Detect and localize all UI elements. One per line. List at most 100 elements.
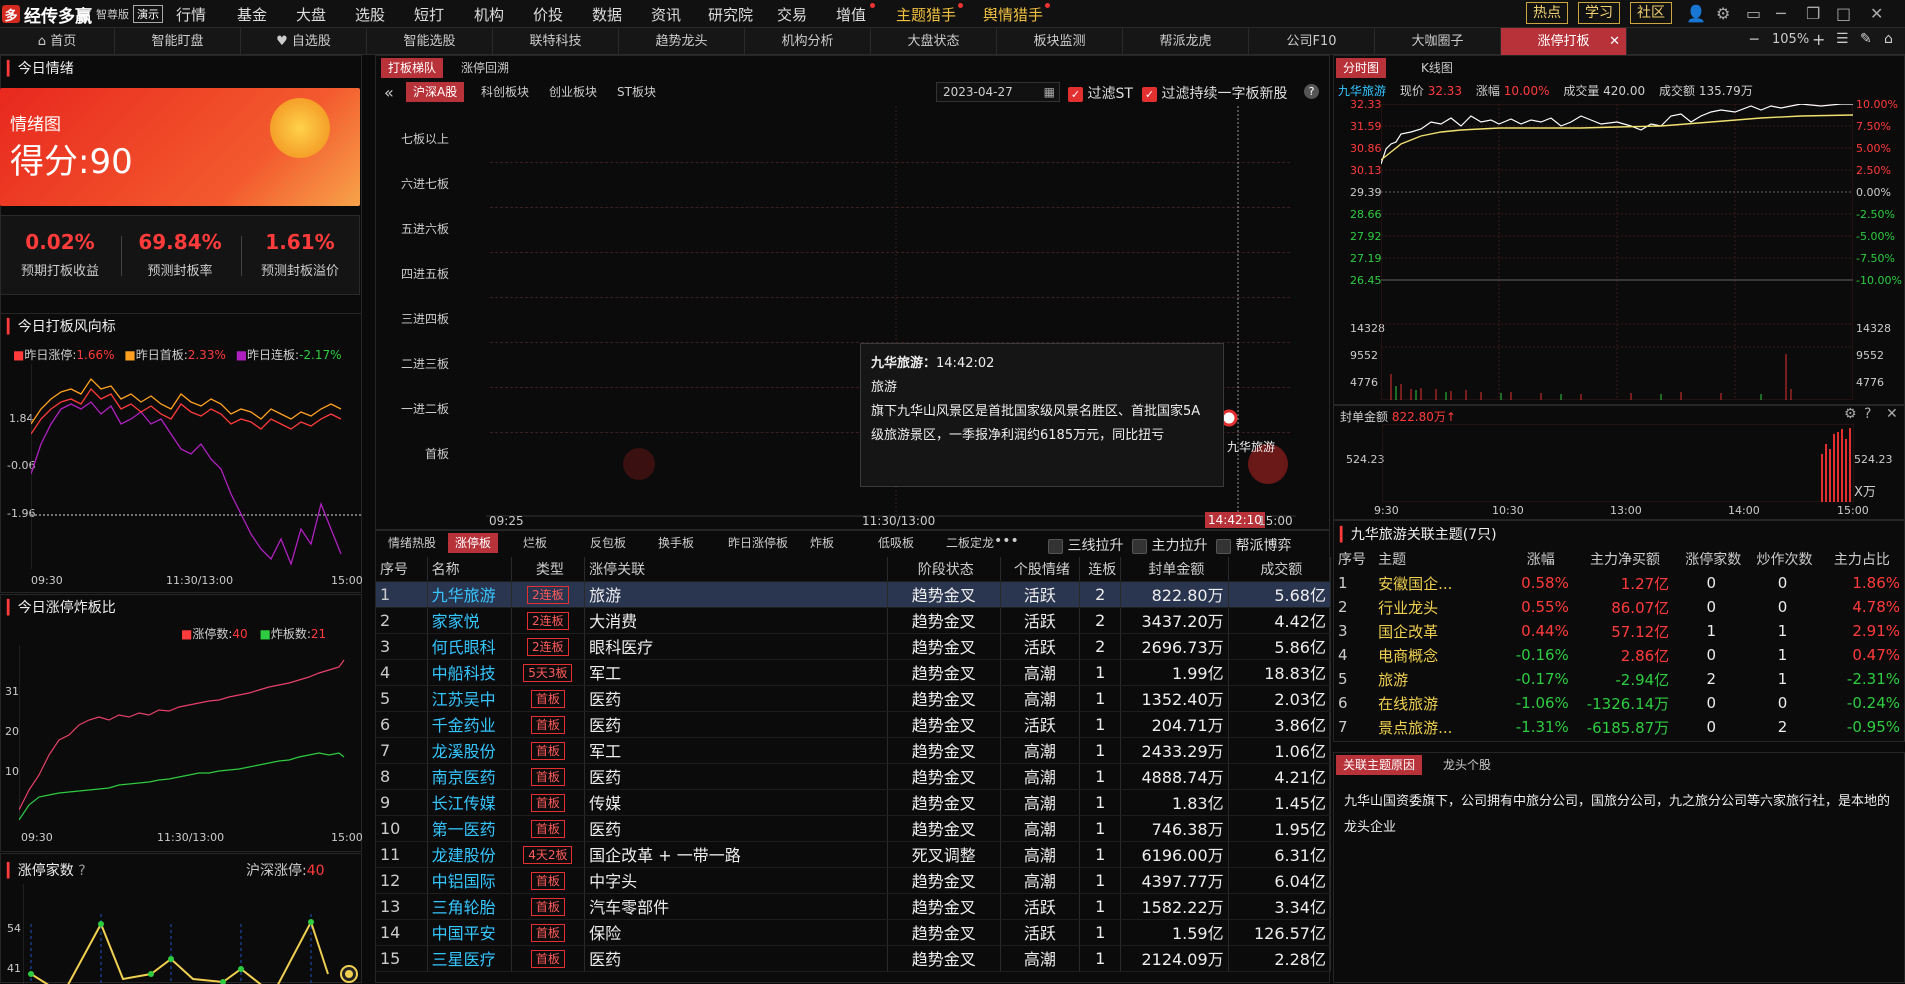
more-icon[interactable]: ••• xyxy=(994,533,1019,549)
menu-item-8[interactable]: 资讯 xyxy=(651,4,681,25)
table-row[interactable]: 6 千金药业 首板 医药 趋势金叉 活跃 1 204.71万 3.86亿 xyxy=(376,711,1332,738)
column-header[interactable]: 名称 xyxy=(427,557,512,582)
tab-leader-stock[interactable]: 龙头个股 xyxy=(1436,755,1498,775)
tab-kline[interactable]: K线图 xyxy=(1414,58,1460,78)
tab-close-icon[interactable]: ✕ xyxy=(1609,28,1620,55)
menu-item-9[interactable]: 研究院 xyxy=(708,4,753,25)
column-header[interactable]: 成交额 xyxy=(1228,557,1332,582)
filter-gang[interactable]: 帮派博弈 xyxy=(1216,535,1291,555)
column-header[interactable]: 涨停关联 xyxy=(584,557,888,582)
filter-three-line[interactable]: 三线拉升 xyxy=(1048,535,1123,555)
list-tab-3[interactable]: 反包板 xyxy=(583,533,633,553)
filter-new-stock[interactable]: ✓ 过滤持续一字板新股 xyxy=(1142,83,1287,103)
table-row[interactable]: 2 行业龙头 0.55% 86.07亿 0 0 4.78% xyxy=(1334,595,1904,619)
menu-item-5[interactable]: 机构 xyxy=(474,4,504,25)
collapse-icon[interactable]: « xyxy=(384,83,394,102)
table-row[interactable]: 12 中铝国际 首板 中字头 趋势金叉 高潮 1 4397.77万 6.04亿 xyxy=(376,867,1332,894)
tab-9[interactable]: 帮派龙虎 xyxy=(1123,28,1249,55)
gear-icon[interactable]: ⚙ xyxy=(1844,406,1857,422)
help-icon[interactable]: ? xyxy=(1304,84,1319,99)
menu-item-3[interactable]: 选股 xyxy=(355,4,385,25)
tab-4[interactable]: 联特科技 xyxy=(493,28,619,55)
menu-item-1[interactable]: 基金 xyxy=(237,4,267,25)
table-row[interactable]: 5 旅游 -0.17% -2.94亿 2 1 -2.31% xyxy=(1334,667,1904,691)
menu-item-10[interactable]: 交易 xyxy=(777,4,807,25)
table-row[interactable]: 14 中国平安 首板 保险 趋势金叉 活跃 1 1.59亿 126.57亿 xyxy=(376,919,1332,946)
tab-6[interactable]: 机构分析 xyxy=(745,28,871,55)
tab-5[interactable]: 趋势龙头 xyxy=(619,28,745,55)
menu-item-2[interactable]: 大盘 xyxy=(296,4,326,25)
pin-icon[interactable]: ⌂ xyxy=(1884,31,1893,47)
list-tab-7[interactable]: 低吸板 xyxy=(871,533,921,553)
table-row[interactable]: 4 电商概念 -0.16% 2.86亿 0 1 0.47% xyxy=(1334,643,1904,667)
help-icon[interactable]: ? xyxy=(1864,406,1871,422)
top-button-2[interactable]: 社区 xyxy=(1630,2,1672,24)
column-header[interactable]: 序号 xyxy=(1334,547,1374,571)
tab-10[interactable]: 公司F10 xyxy=(1249,28,1375,55)
close-icon[interactable]: ✕ xyxy=(1886,406,1898,422)
column-header[interactable]: 主力净买额 xyxy=(1573,547,1673,571)
tab-11[interactable]: 大咖圈子 xyxy=(1375,28,1501,55)
tab-3[interactable]: 智能选股 xyxy=(367,28,493,55)
top-button-0[interactable]: 热点 xyxy=(1526,2,1568,24)
table-row[interactable]: 10 第一医药 首板 医药 趋势金叉 高潮 1 746.38万 1.95亿 xyxy=(376,815,1332,842)
table-row[interactable]: 3 何氏眼科 2连板 眼科医疗 趋势金叉 活跃 2 2696.73万 5.86亿 xyxy=(376,633,1332,660)
help-icon[interactable]: ? xyxy=(78,863,85,879)
column-header[interactable]: 涨幅 xyxy=(1505,547,1573,571)
table-row[interactable]: 4 中船科技 5天3板 军工 趋势金叉 高潮 1 1.99亿 18.83亿 xyxy=(376,659,1332,686)
list-tab-0[interactable]: 情绪热股 xyxy=(381,533,443,553)
bubble[interactable] xyxy=(623,448,655,480)
table-row[interactable]: 2 家家悦 2连板 大消费 趋势金叉 活跃 2 3437.20万 4.42亿 xyxy=(376,607,1332,634)
table-row[interactable]: 8 南京医药 首板 医药 趋势金叉 高潮 1 4888.74万 4.21亿 xyxy=(376,763,1332,790)
tab-topic-reason[interactable]: 关联主题原因 xyxy=(1336,755,1423,775)
table-row[interactable]: 1 安徽国企... 0.58% 1.27亿 0 0 1.86% xyxy=(1334,571,1904,595)
market-tab-gem[interactable]: 创业板块 xyxy=(542,82,604,102)
maximize-icon[interactable]: □ xyxy=(1836,4,1851,23)
market-tab-star[interactable]: 科创板块 xyxy=(474,82,536,102)
table-row[interactable]: 7 景点旅游... -1.31% -6185.87万 0 2 -0.95% xyxy=(1334,715,1904,739)
table-row[interactable]: 5 江苏吴中 首板 医药 趋势金叉 高潮 1 1352.40万 2.03亿 xyxy=(376,685,1332,712)
restore-icon[interactable]: ❐ xyxy=(1806,4,1820,23)
menu-item-7[interactable]: 数据 xyxy=(592,4,622,25)
list-tab-6[interactable]: 炸板 xyxy=(803,533,841,553)
column-header[interactable]: 封单金额 xyxy=(1120,557,1229,582)
gear-icon[interactable]: ⚙ xyxy=(1716,4,1730,23)
tab-8[interactable]: 板块监测 xyxy=(997,28,1123,55)
table-row[interactable]: 9 长江传媒 首板 传媒 趋势金叉 高潮 1 1.83亿 1.45亿 xyxy=(376,789,1332,816)
menu-item-4[interactable]: 短打 xyxy=(414,4,444,25)
list-tab-8[interactable]: 二板定龙 xyxy=(939,533,1001,553)
tab-0[interactable]: ⌂ 首页 xyxy=(0,28,115,55)
table-row[interactable]: 6 在线旅游 -1.06% -1326.14万 0 0 -0.24% xyxy=(1334,691,1904,715)
table-row[interactable]: 15 三星医疗 首板 医药 趋势金叉 高潮 1 2124.09万 2.28亿 xyxy=(376,945,1332,972)
menu-item-hl-0[interactable]: 主题猎手 xyxy=(896,4,956,25)
tab-intraday[interactable]: 分时图 xyxy=(1336,58,1387,78)
menu-item-11[interactable]: 增值 xyxy=(836,4,866,25)
filter-st[interactable]: ✓ 过滤ST xyxy=(1068,83,1133,103)
column-header[interactable]: 连板 xyxy=(1079,557,1122,582)
tab-12[interactable]: 涨停打板 ✕ xyxy=(1501,28,1627,55)
list-tab-5[interactable]: 昨日涨停板 xyxy=(721,533,795,553)
column-header[interactable]: 类型 xyxy=(511,557,586,582)
column-header[interactable]: 序号 xyxy=(376,557,428,582)
tab-ladder[interactable]: 打板梯队 xyxy=(381,58,444,78)
market-tab-a[interactable]: 沪深A股 xyxy=(406,82,465,102)
top-button-1[interactable]: 学习 xyxy=(1578,2,1620,24)
table-row[interactable]: 13 三角轮胎 首板 汽车零部件 趋势金叉 活跃 1 1582.22万 3.34亿 xyxy=(376,893,1332,920)
list-tab-4[interactable]: 换手板 xyxy=(651,533,701,553)
column-header[interactable]: 主力占比 xyxy=(1816,547,1904,571)
column-header[interactable]: 阶段状态 xyxy=(887,557,1001,582)
menu-item-0[interactable]: 行情 xyxy=(176,4,206,25)
list-tab-2[interactable]: 烂板 xyxy=(516,533,554,553)
bubble-selected[interactable] xyxy=(1220,409,1238,427)
table-row[interactable]: 1 九华旅游 2连板 旅游 趋势金叉 活跃 2 822.80万 5.68亿 xyxy=(376,581,1332,608)
menu-item-6[interactable]: 价投 xyxy=(533,4,563,25)
user-icon[interactable]: 👤 xyxy=(1686,4,1706,23)
tab-review[interactable]: 涨停回溯 xyxy=(454,58,516,78)
edit-icon[interactable]: ✎ xyxy=(1860,31,1872,47)
table-row[interactable]: 11 龙建股份 4天2板 国企改革 + 一带一路 死叉调整 高潮 1 6196.00万 6.31… xyxy=(376,841,1332,868)
column-header[interactable]: 涨停家数 xyxy=(1673,547,1749,571)
tab-1[interactable]: 智能盯盘 xyxy=(115,28,241,55)
tab-7[interactable]: 大盘状态 xyxy=(871,28,997,55)
minimize-icon[interactable]: ─ xyxy=(1776,4,1786,23)
market-tab-st[interactable]: ST板块 xyxy=(610,82,663,102)
